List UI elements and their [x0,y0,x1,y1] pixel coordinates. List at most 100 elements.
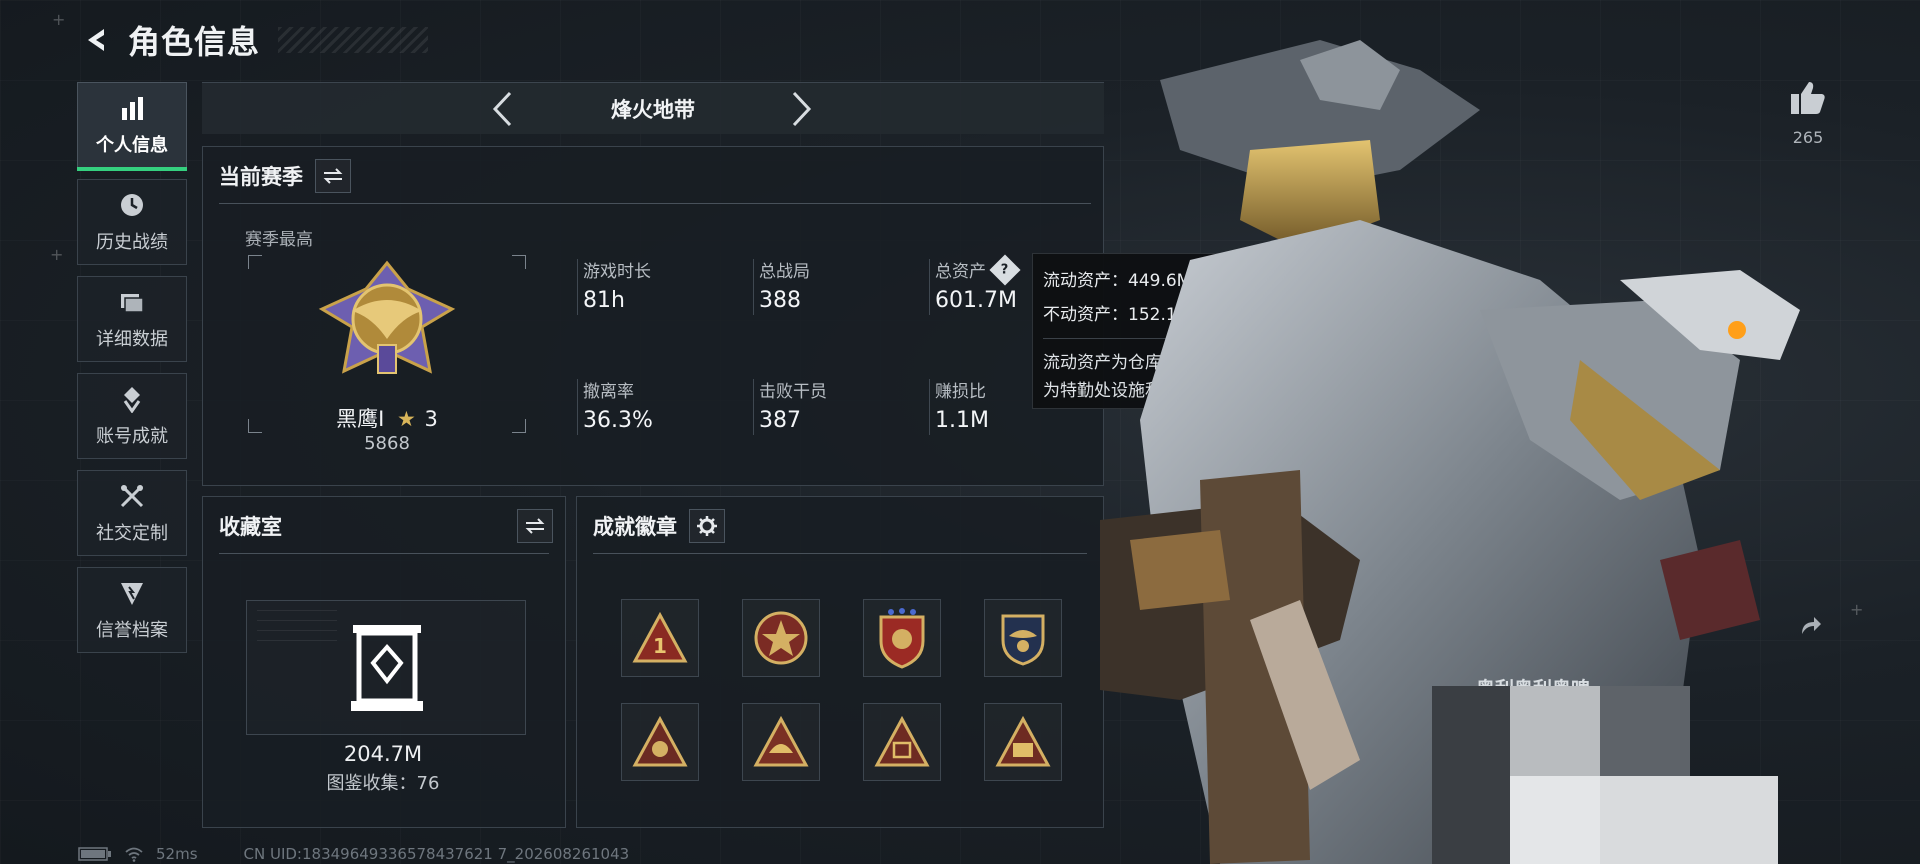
svg-text:1: 1 [653,634,667,658]
gear-icon [697,516,717,536]
divider [753,259,754,315]
sidebar-item-achievements[interactable]: 账号成就 [77,373,187,459]
collection-count: 图鉴收集：76 [326,773,440,794]
rank-score: 5868 [364,433,410,454]
stat-value: 1.1M [935,408,989,433]
rank-emblem-icon [318,260,456,374]
rank-name: 黑鹰Ⅰ ★ 3 [248,403,526,433]
star-icon: ★ [397,407,416,431]
stat-label: 总资产 [935,262,986,282]
decor-cross: + [52,10,66,29]
divider [219,553,549,554]
collection-panel: 收藏室 204.7M 图鉴收集：76 [202,496,566,828]
achievement-icon [117,384,147,414]
collection-value: 204.7M [343,742,423,766]
sidebar-item-label: 详细数据 [96,329,168,350]
triangle-number-badge-icon: 1 [632,611,688,663]
divider [577,259,578,315]
collection-room-preview[interactable] [246,600,526,735]
divider [219,203,1091,204]
star-medal-icon [754,611,808,665]
shield-icon [117,578,147,608]
stat-value: 387 [759,408,801,433]
sidebar-item-label: 信誉档案 [96,620,168,641]
stat-value: 388 [759,288,801,313]
blur-block [1600,776,1778,864]
ping-value: 52ms [156,845,198,863]
triangle-level-icon [995,715,1051,767]
achievement-badge[interactable] [984,703,1062,781]
stat-operators-defeated: 击败干员 387 [759,377,909,433]
stat-label: 击败干员 [759,382,827,402]
collection-title: 收藏室 [219,515,282,539]
stat-label: 总战局 [759,262,810,282]
winged-shield-icon [1001,614,1045,666]
sidebar-item-history[interactable]: 历史战绩 [77,179,187,265]
clock-icon [117,190,147,220]
help-icon[interactable]: ? [989,253,1021,286]
achievement-badge[interactable] [984,599,1062,677]
season-title: 当前赛季 [219,165,303,189]
sidebar-item-social[interactable]: 社交定制 [77,470,187,556]
previous-mode-button[interactable] [482,89,522,129]
share-button[interactable] [1796,612,1826,642]
divider [929,379,930,435]
blur-block [1432,686,1520,864]
achievement-badge[interactable]: 1 [621,599,699,677]
achievement-badge[interactable] [742,703,820,781]
sidebar-item-credit[interactable]: 信誉档案 [77,567,187,653]
rank-stars: 3 [424,407,438,431]
back-button[interactable] [80,23,114,57]
decor-cross: + [50,245,64,264]
achievement-badge[interactable] [621,703,699,781]
header: 角色信息 [80,18,429,62]
swap-icon [323,168,343,184]
stat-extraction-rate: 撤离率 36.3% [583,377,733,433]
share-icon [1802,617,1821,634]
sidebar-item-personal-info[interactable]: 个人信息 [77,82,187,171]
stat-label: 游戏时长 [583,262,651,282]
achievement-badge[interactable] [742,599,820,677]
mode-title: 烽火地带 [611,97,695,122]
page-title: 角色信息 [128,23,261,61]
divider [929,259,930,315]
like-button[interactable]: 265 [1780,78,1836,147]
achievement-badge[interactable] [863,599,941,677]
next-mode-button[interactable] [782,89,822,129]
stat-value: 36.3% [583,408,653,433]
stat-total-matches: 总战局 388 [759,257,909,313]
blur-block [1510,776,1600,864]
mode-selector: 烽火地带 [202,82,1104,134]
tools-icon [117,481,147,511]
switch-collection-button[interactable] [517,509,553,543]
triangle-helmet-icon [753,715,809,767]
like-count: 265 [1792,128,1824,147]
divider [593,553,1087,554]
triangle-box-icon [874,715,930,767]
achievements-title: 成就徽章 [593,515,677,539]
sidebar-item-detailed-data[interactable]: 详细数据 [77,276,187,362]
battery-icon [78,847,111,861]
divider [753,379,754,435]
triangle-emblem-icon [632,715,688,767]
shield-crest-icon [879,608,925,669]
display-case-icon [351,625,423,711]
sidebar-item-label: 账号成就 [96,426,168,447]
sidebar-item-label: 社交定制 [96,523,168,544]
sidebar: 个人信息 历史战绩 详细数据 账号成就 社交定制 信誉档案 [77,82,187,664]
back-arrow-icon [88,29,104,51]
achievement-badge[interactable] [863,703,941,781]
sidebar-item-label: 个人信息 [96,135,168,156]
divider [577,379,578,435]
rank-name-text: 黑鹰Ⅰ [336,407,385,431]
season-best-label: 赛季最高 [245,230,313,250]
thumbs-up-icon [1791,82,1825,114]
stat-play-time: 游戏时长 81h [583,257,733,313]
switch-season-button[interactable] [315,159,351,193]
sidebar-item-label: 历史战绩 [96,232,168,253]
stat-label: 撤离率 [583,382,634,402]
stat-value: 81h [583,288,625,313]
achievement-settings-button[interactable] [689,509,725,543]
chevron-left-icon [492,91,512,126]
season-panel: 当前赛季 赛季最高 黑鹰Ⅰ ★ 3 5868 游戏时长 81h 总战局 388 … [202,146,1104,486]
